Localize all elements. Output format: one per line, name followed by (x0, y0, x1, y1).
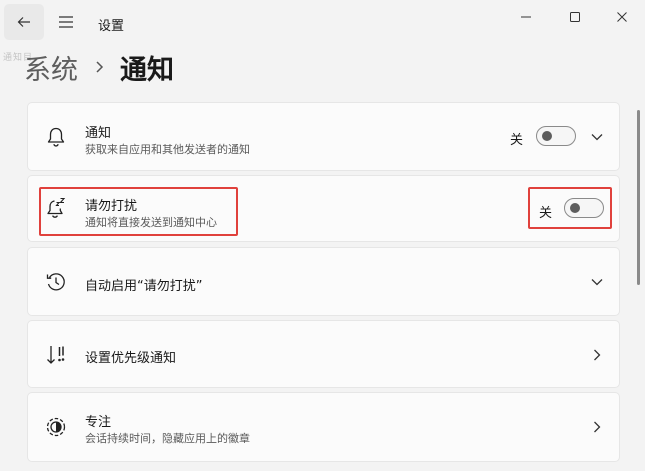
maximize-button[interactable] (552, 2, 598, 32)
page-title: 通知 (120, 54, 174, 86)
maximize-icon (570, 12, 580, 22)
notifications-title: 通知 (85, 126, 112, 141)
notifications-toggle[interactable] (536, 126, 576, 146)
notifications-state-label: 关 (510, 133, 524, 148)
notifications-desc: 获取来自应用和其他发送者的通知 (85, 143, 250, 156)
toggle-knob (542, 131, 552, 141)
priority-sort-icon (47, 346, 65, 364)
focus-title: 专注 (85, 415, 112, 430)
bell-icon (47, 127, 65, 147)
focus-card[interactable]: 专注 会话持续时间，隐藏应用上的徽章 (27, 392, 620, 462)
minimize-icon (521, 16, 531, 18)
focus-desc: 会话持续时间，隐藏应用上的徽章 (85, 432, 250, 445)
highlight-box-dnd-toggle (528, 187, 612, 229)
chevron-down-icon[interactable] (590, 130, 604, 144)
clock-icon (46, 273, 65, 291)
auto-dnd-title: 自动启用“请勿打扰” (85, 279, 203, 294)
breadcrumb-separator (94, 60, 106, 74)
breadcrumb: 系统 通知 (24, 46, 174, 88)
notifications-card[interactable]: 通知 获取来自应用和其他发送者的通知 关 (27, 102, 620, 171)
scrollbar[interactable] (637, 110, 640, 285)
close-icon (617, 12, 627, 22)
back-arrow-icon (17, 17, 30, 27)
chevron-right-icon[interactable] (590, 348, 604, 362)
highlight-box-dnd-label (39, 187, 238, 236)
focus-icon (46, 417, 66, 437)
priority-title: 设置优先级通知 (85, 351, 177, 366)
auto-dnd-card[interactable]: 自动启用“请勿打扰” (27, 247, 620, 316)
hamburger-menu-icon (59, 16, 73, 28)
title-bar: 设置 (0, 0, 645, 44)
breadcrumb-parent[interactable]: 系统 (24, 48, 78, 87)
priority-card[interactable]: 设置优先级通知 (27, 320, 620, 388)
settings-window: 设置 通知目 系统 通知 通知 获取来自应用和其他发送者的通知 关 请勿打扰 通… (0, 0, 645, 471)
chevron-right-icon[interactable] (590, 420, 604, 434)
minimize-button[interactable] (503, 2, 549, 32)
close-window-button[interactable] (599, 2, 645, 32)
menu-button[interactable] (48, 4, 84, 40)
window-title: 设置 (98, 19, 125, 34)
chevron-right-icon (96, 61, 104, 73)
chevron-down-icon[interactable] (590, 275, 604, 289)
back-button[interactable] (4, 4, 44, 40)
